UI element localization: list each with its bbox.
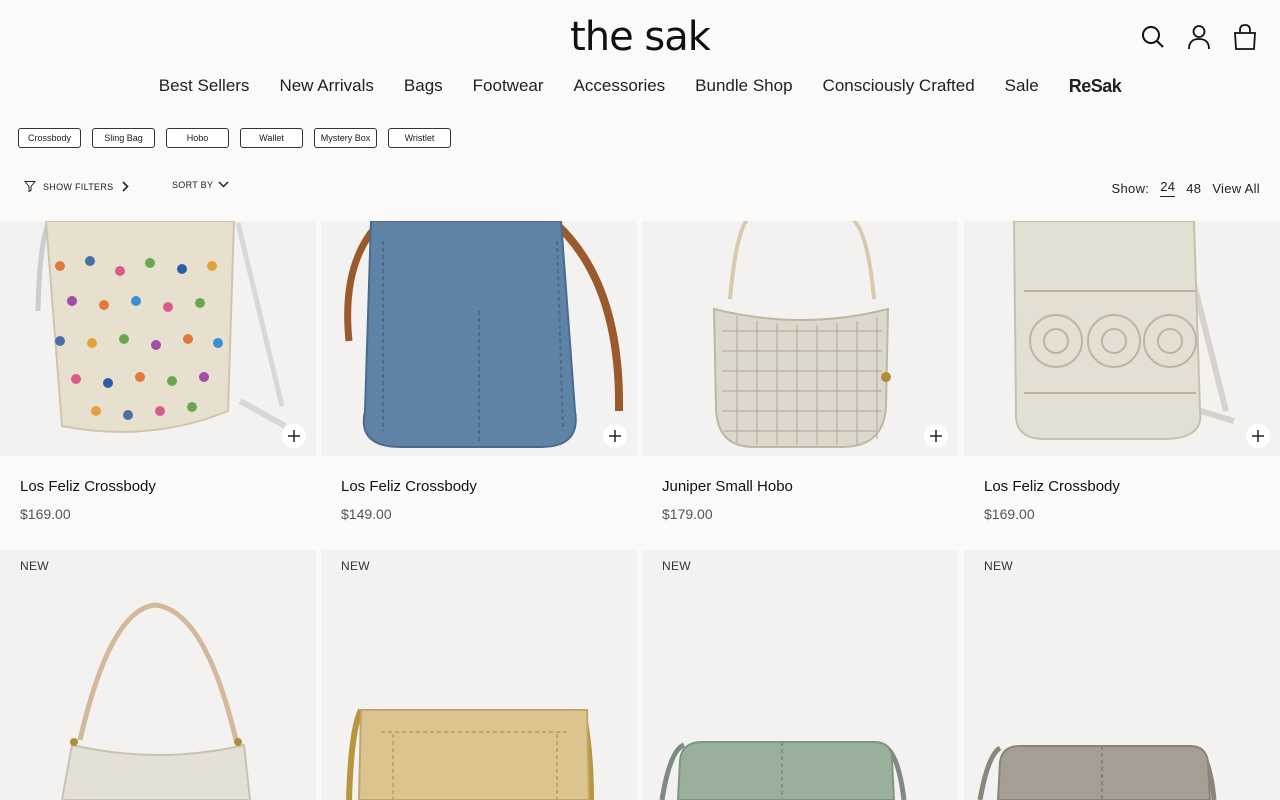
quick-add-button[interactable] (924, 424, 948, 448)
nav-resak[interactable]: ReSak (1069, 76, 1122, 97)
new-badge: NEW (984, 559, 1013, 573)
product-image[interactable] (0, 221, 316, 456)
new-badge: NEW (341, 559, 370, 573)
product-image[interactable]: NEW (0, 550, 316, 800)
nav-bags[interactable]: Bags (404, 76, 443, 97)
filter-icon (23, 180, 37, 194)
sort-by-button[interactable]: SORT BY (172, 180, 229, 190)
bag-icon[interactable] (1232, 22, 1258, 52)
product-image[interactable] (964, 221, 1280, 456)
nav-new-arrivals[interactable]: New Arrivals (279, 76, 373, 97)
product-image[interactable]: NEW (964, 550, 1280, 800)
chip-wristlet[interactable]: Wristlet (388, 128, 451, 148)
nav-consciously-crafted[interactable]: Consciously Crafted (823, 76, 975, 97)
quick-add-button[interactable] (603, 424, 627, 448)
product-card[interactable]: Juniper Small Hobo $179.00 (642, 221, 958, 550)
brand-logo[interactable]: the sak (0, 14, 1280, 60)
nav-bundle-shop[interactable]: Bundle Shop (695, 76, 792, 97)
page-size-24[interactable]: 24 (1160, 179, 1176, 197)
product-price: $169.00 (20, 506, 71, 522)
new-badge: NEW (662, 559, 691, 573)
product-card[interactable]: NEW (642, 550, 958, 800)
search-icon[interactable] (1140, 22, 1166, 52)
chevron-right-icon (122, 180, 130, 194)
nav-footwear[interactable]: Footwear (473, 76, 544, 97)
show-label: Show: (1111, 180, 1150, 196)
quick-add-button[interactable] (1246, 424, 1270, 448)
product-price: $149.00 (341, 506, 392, 522)
product-image[interactable] (642, 221, 958, 456)
product-name[interactable]: Los Feliz Crossbody (341, 478, 477, 495)
sort-by-label: SORT BY (172, 180, 214, 190)
chip-mystery-box[interactable]: Mystery Box (314, 128, 377, 148)
chip-crossbody[interactable]: Crossbody (18, 128, 81, 148)
product-image[interactable]: NEW (321, 550, 637, 800)
account-icon[interactable] (1186, 22, 1212, 52)
product-price: $179.00 (662, 506, 713, 522)
product-card[interactable]: NEW (964, 550, 1280, 800)
product-name[interactable]: Los Feliz Crossbody (984, 478, 1120, 495)
chevron-down-icon (218, 180, 229, 190)
product-image[interactable]: NEW (642, 550, 958, 800)
chip-hobo[interactable]: Hobo (166, 128, 229, 148)
product-card[interactable]: Los Feliz Crossbody $169.00 (964, 221, 1280, 550)
page-size-view-all[interactable]: View All (1212, 181, 1260, 196)
nav-accessories[interactable]: Accessories (574, 76, 666, 97)
show-filters-button[interactable]: SHOW FILTERS (23, 180, 130, 194)
product-name[interactable]: Los Feliz Crossbody (20, 478, 156, 495)
product-card[interactable]: Los Feliz Crossbody $149.00 (321, 221, 637, 550)
chip-wallet[interactable]: Wallet (240, 128, 303, 148)
page-size-48[interactable]: 48 (1186, 181, 1201, 196)
site-header: the sak Best Sellers New Arrivals Bags F… (0, 0, 1280, 112)
product-card[interactable]: NEW (321, 550, 637, 800)
category-chips: Crossbody Sling Bag Hobo Wallet Mystery … (18, 128, 451, 148)
new-badge: NEW (20, 559, 49, 573)
nav-best-sellers[interactable]: Best Sellers (159, 76, 250, 97)
listing-toolbar: SHOW FILTERS SORT BY Show: 24 48 View Al… (0, 176, 1280, 198)
chip-sling-bag[interactable]: Sling Bag (92, 128, 155, 148)
main-nav: Best Sellers New Arrivals Bags Footwear … (0, 76, 1280, 97)
page-size-selector: Show: 24 48 View All (1112, 179, 1260, 197)
nav-sale[interactable]: Sale (1005, 76, 1039, 97)
show-filters-label: SHOW FILTERS (43, 182, 114, 192)
product-card[interactable]: Los Feliz Crossbody $169.00 (0, 221, 316, 550)
product-image[interactable] (321, 221, 637, 456)
quick-add-button[interactable] (282, 424, 306, 448)
header-icons (1140, 22, 1258, 52)
product-name[interactable]: Juniper Small Hobo (662, 478, 793, 495)
product-card[interactable]: NEW (0, 550, 316, 800)
product-price: $169.00 (984, 506, 1035, 522)
